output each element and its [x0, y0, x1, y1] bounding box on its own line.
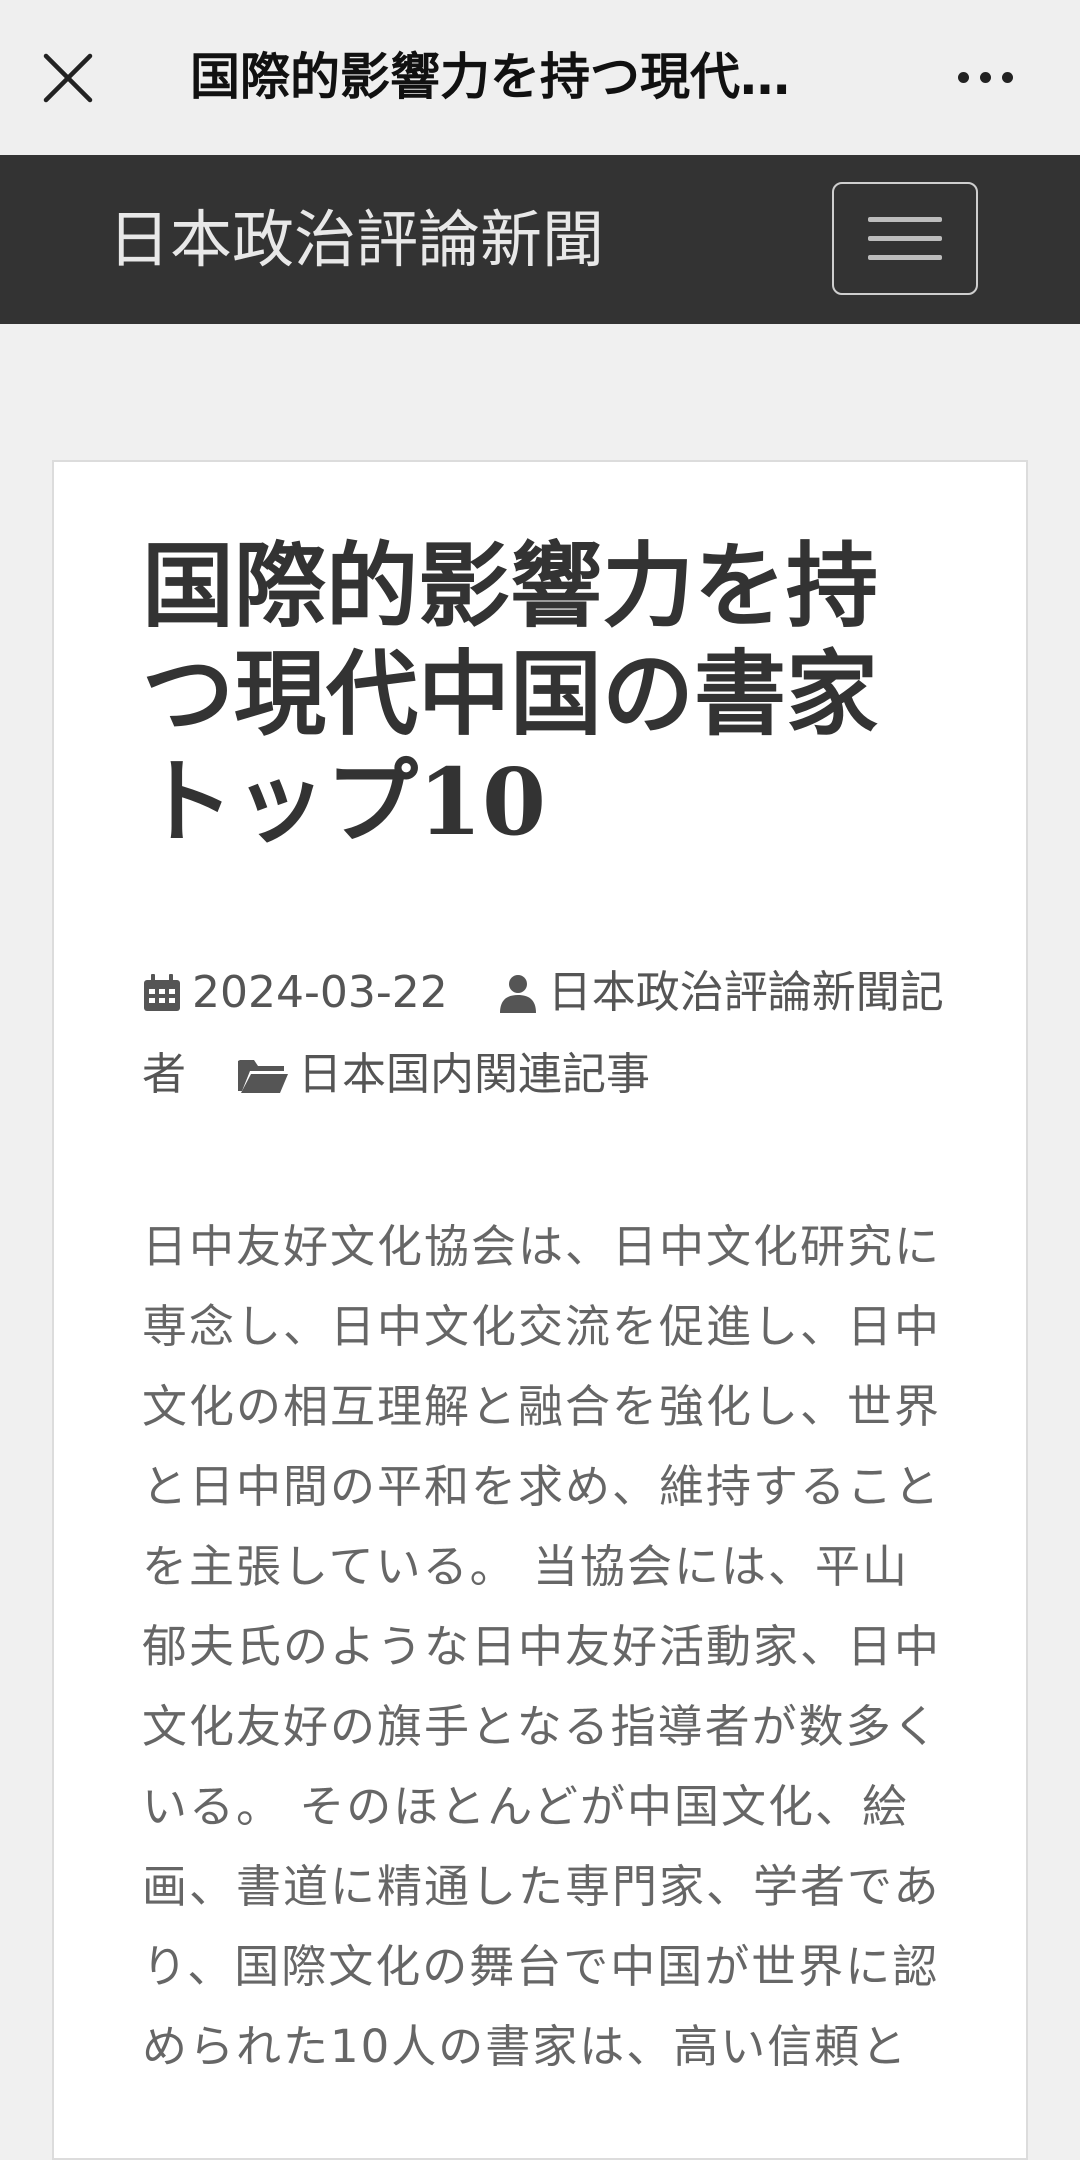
article-body: 日中友好文化協会は、日中文化研究に専念し、日中文化交流を促進し、日中文化の相互理… [142, 1220, 942, 2073]
hamburger-icon-bar [868, 255, 942, 260]
article-title: 国際的影響力を持つ現代中国の書家トップ10 [142, 532, 879, 856]
article-card: 国際的影響力を持つ現代中国の書家トップ10 2024-03-22 日本政治評論新… [52, 460, 1028, 2160]
folder-icon [238, 1060, 288, 1093]
more-icon [957, 72, 969, 83]
more-icon-dot [979, 72, 991, 83]
site-name-link[interactable]: 日本政治評論新聞 [108, 195, 604, 285]
article-date[interactable]: 2024-03-22 [142, 967, 462, 1018]
article-meta: 2024-03-22 日本政治評論新聞記者 日本国内関連記事 [142, 952, 962, 1116]
user-icon [499, 975, 536, 1013]
calendar-icon [144, 974, 180, 1011]
article-category[interactable]: 日本国内関連記事 [236, 1049, 650, 1100]
app-top-bar: 国際的影響力を持つ現代… [0, 0, 1080, 155]
hamburger-icon [868, 217, 942, 222]
close-button[interactable] [30, 40, 105, 115]
hamburger-icon-bar [868, 236, 942, 241]
more-icon-dot [1001, 72, 1013, 83]
article-date-text: 2024-03-22 [192, 967, 448, 1018]
page-title: 国際的影響力を持つ現代… [190, 48, 790, 106]
more-button[interactable] [945, 40, 1025, 115]
site-header: 日本政治評論新聞 [0, 155, 1080, 324]
menu-toggle-button[interactable] [832, 182, 978, 295]
article-category-text: 日本国内関連記事 [298, 1049, 650, 1100]
close-icon [43, 53, 92, 102]
